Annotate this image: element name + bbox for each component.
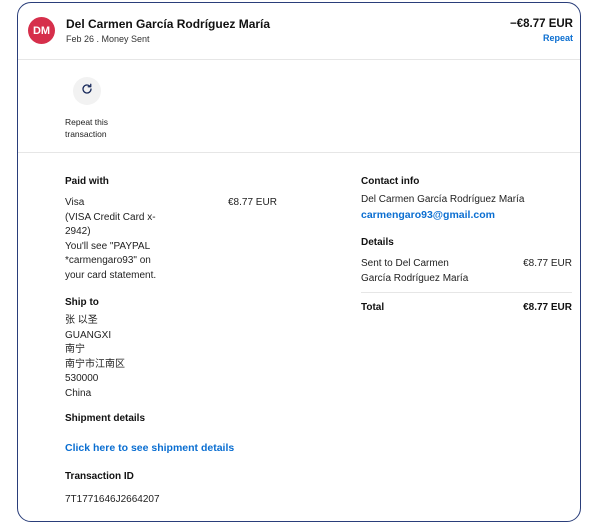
paid-with-label: Paid with — [65, 176, 109, 187]
paid-with-line: your card statement. — [65, 269, 157, 281]
recipient-name: Del Carmen García Rodríguez María — [66, 17, 271, 31]
paid-with-line: *carmengaro93" on — [65, 255, 151, 266]
details-sent-amount: €8.77 EUR — [523, 258, 572, 269]
address-line: 南宁市江南区 — [65, 358, 125, 370]
ship-to-label: Ship to — [65, 297, 99, 308]
contact-name: Del Carmen García Rodríguez María — [361, 194, 525, 205]
repeat-transaction-label: Repeat this transaction — [65, 117, 108, 139]
address-line: 南宁 — [65, 344, 85, 355]
paid-with-line: (VISA Credit Card x- — [65, 211, 156, 223]
refresh-icon — [81, 82, 93, 100]
avatar: DM — [28, 17, 55, 44]
transaction-amount: −€8.77 EUR — [510, 18, 573, 30]
paid-with-details: Visa (VISA Credit Card x- 2942) You'll s… — [65, 196, 156, 283]
contact-email[interactable]: carmengaro93@gmail.com — [361, 209, 495, 221]
transaction-id: 7T1771646J2664207 — [65, 494, 160, 505]
shipment-details-link[interactable]: Click here to see shipment details — [65, 442, 234, 454]
address-line: 张 以圣 — [65, 315, 98, 326]
transaction-subtitle: Feb 26 . Money Sent — [66, 34, 150, 44]
shipment-details-label: Shipment details — [65, 413, 146, 424]
details-divider — [361, 292, 572, 293]
details-label: Details — [361, 237, 394, 248]
repeat-link[interactable]: Repeat — [543, 33, 573, 43]
paid-with-line: 2942) — [65, 226, 91, 237]
transaction-header: DM Del Carmen García Rodríguez María Feb… — [18, 3, 580, 60]
total-amount: €8.77 EUR — [523, 302, 572, 313]
address-line: GUANGXI — [65, 329, 112, 341]
transaction-card: DM Del Carmen García Rodríguez María Feb… — [17, 2, 581, 522]
repeat-transaction-button[interactable] — [73, 77, 101, 105]
contact-info-label: Contact info — [361, 176, 420, 187]
address-line: 530000 — [65, 373, 99, 384]
details-sent-to: Sent to Del Carmen García Rodríguez Marí… — [361, 257, 468, 286]
paid-with-line: You'll see "PAYPAL — [65, 240, 151, 252]
total-label: Total — [361, 302, 385, 313]
address-line: China — [65, 387, 92, 399]
actions-section: Repeat this transaction — [18, 60, 580, 153]
sent-to-line: García Rodríguez María — [361, 272, 469, 284]
paid-with-amount: €8.77 EUR — [228, 197, 277, 208]
ship-to-address: 张 以圣 GUANGXI 南宁 南宁市江南区 530000 China — [65, 314, 125, 401]
sent-to-line: Sent to Del Carmen — [361, 258, 449, 269]
paid-with-line: Visa — [65, 197, 85, 208]
transaction-id-label: Transaction ID — [65, 471, 134, 482]
